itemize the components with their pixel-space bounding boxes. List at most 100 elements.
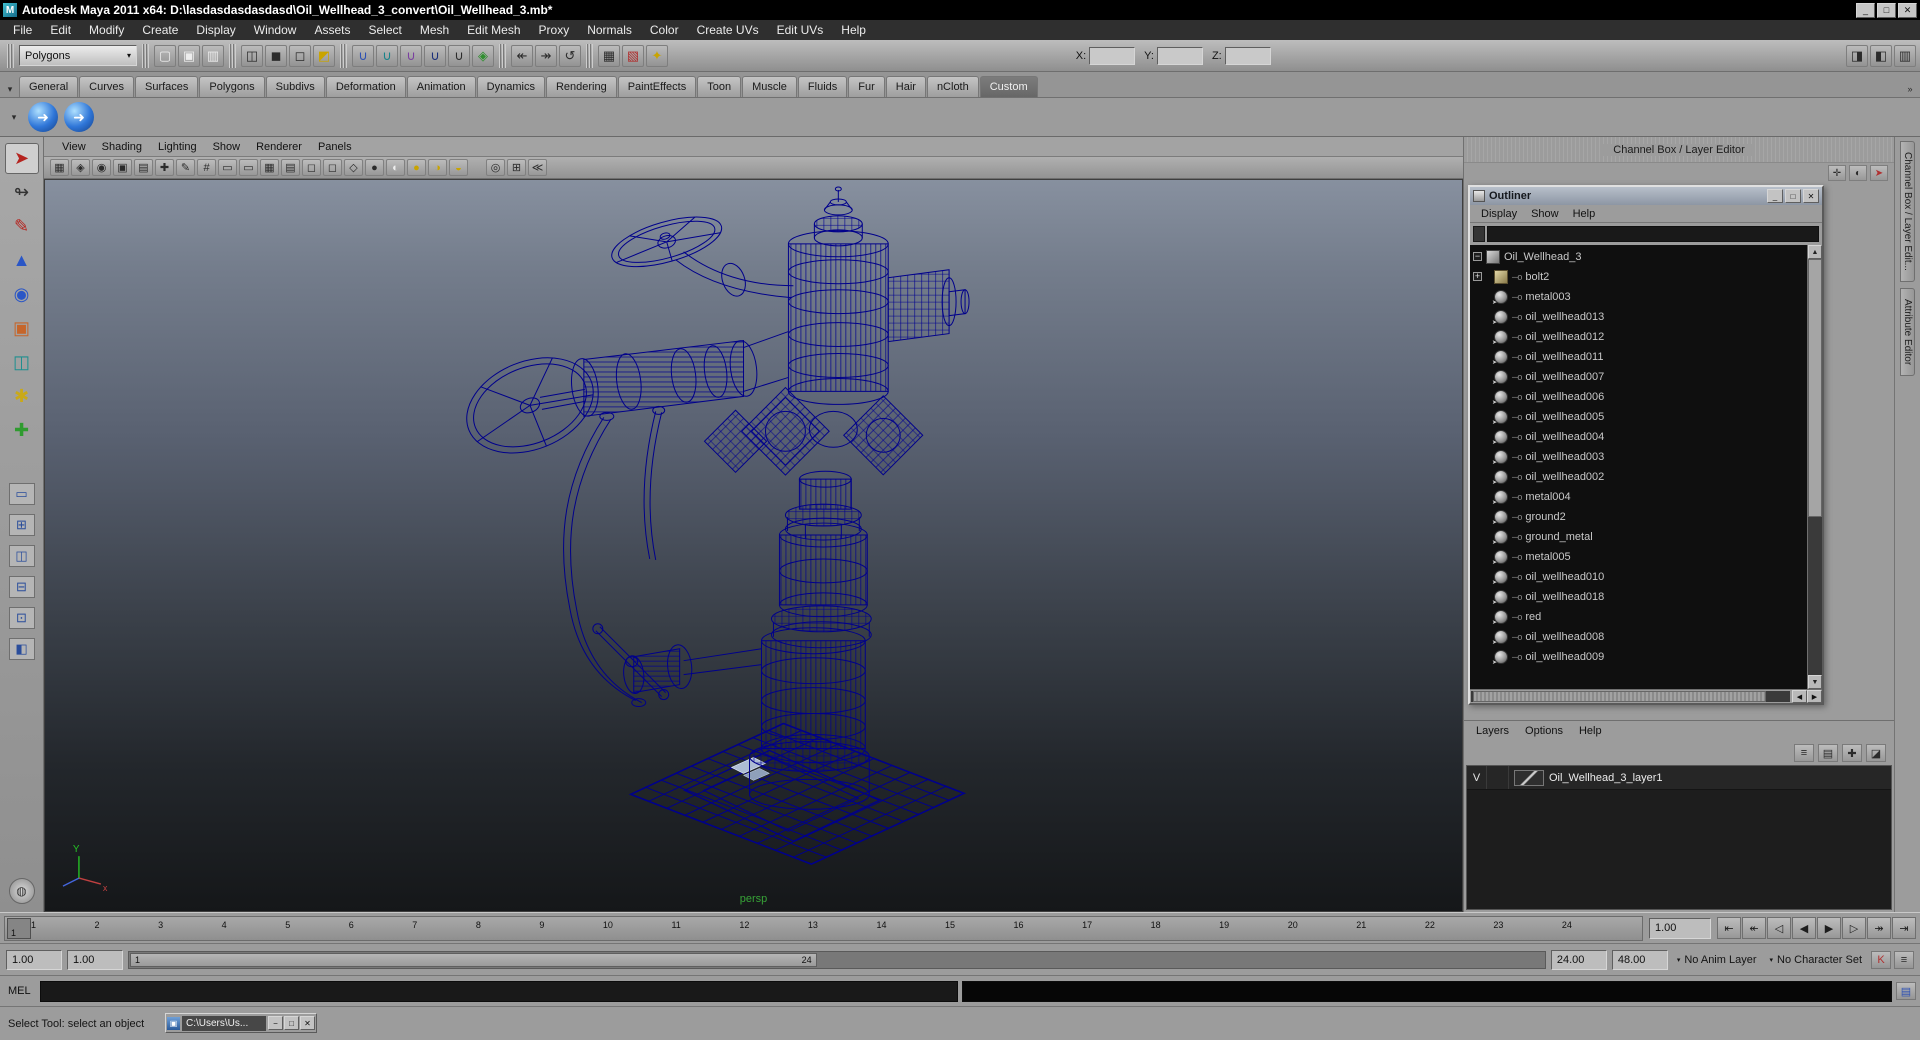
field-chart-icon[interactable]: ▤ — [281, 159, 300, 176]
panel-menu-view[interactable]: View — [54, 141, 94, 153]
maximize-button[interactable]: □ — [1877, 2, 1896, 18]
outliner-filter-icon[interactable] — [1473, 226, 1485, 242]
outliner-row[interactable]: oil_wellhead010 — [1470, 567, 1807, 587]
layout-outliner-persp-icon[interactable]: ◧ — [8, 638, 35, 660]
output-connections-icon[interactable]: ↠ — [535, 44, 557, 67]
range-slider[interactable]: 1 24 — [128, 950, 1546, 969]
play-backwards-button[interactable]: ◀ — [1792, 917, 1816, 939]
shelf-tab-fluids[interactable]: Fluids — [797, 76, 848, 97]
lasso-select-tool[interactable]: ↬ — [5, 177, 39, 208]
animation-end-field[interactable]: 48.00 — [1611, 949, 1668, 970]
select-by-component-icon[interactable]: ◻ — [289, 44, 311, 67]
script-editor-icon[interactable]: ▤ — [1896, 982, 1916, 1000]
menu-set-selector[interactable]: Polygons ▾ — [19, 45, 137, 66]
shelf-tab-rendering[interactable]: Rendering — [545, 76, 617, 97]
outliner-row[interactable]: oil_wellhead012 — [1470, 327, 1807, 347]
expand-toggle-icon[interactable] — [1473, 252, 1482, 261]
outliner-row[interactable]: bolt2 — [1470, 267, 1807, 287]
outliner-row[interactable]: oil_wellhead006 — [1470, 387, 1807, 407]
side-tab-channel-box[interactable]: Channel Box / Layer Edit... — [1900, 141, 1915, 282]
menu-edit[interactable]: Edit — [41, 20, 80, 40]
smooth-shade-icon[interactable]: ● — [365, 159, 384, 176]
playhead[interactable]: 1 — [7, 917, 31, 939]
step-forward-frame-button[interactable]: ▷ — [1842, 917, 1866, 939]
drag-handle[interactable] — [229, 43, 236, 68]
film-gate-icon[interactable]: ▭ — [218, 159, 237, 176]
outliner-search-input[interactable] — [1487, 226, 1819, 242]
menu-assets[interactable]: Assets — [305, 20, 359, 40]
menu-proxy[interactable]: Proxy — [530, 20, 579, 40]
shelf-tab-surfaces[interactable]: Surfaces — [134, 76, 199, 97]
shelf-tab-hair[interactable]: Hair — [885, 76, 926, 97]
outliner-close-button[interactable]: ✕ — [1803, 189, 1819, 203]
outliner-row[interactable]: oil_wellhead013 — [1470, 307, 1807, 327]
outliner-row[interactable]: oil_wellhead003 — [1470, 447, 1807, 467]
auto-keyframe-icon[interactable]: K — [1871, 950, 1891, 969]
toggle-channel-box-icon[interactable]: ▥ — [1894, 44, 1916, 67]
construction-history-icon[interactable]: ↺ — [559, 44, 581, 67]
ambient-occlusion-icon[interactable]: ◒ — [449, 159, 468, 176]
menu-window[interactable]: Window — [245, 20, 306, 40]
channelbox-speed-icon[interactable]: ◐ — [1849, 165, 1867, 181]
new-empty-layer-icon[interactable]: ✚ — [1842, 744, 1862, 762]
soft-modification-tool[interactable]: ✱ — [5, 381, 39, 412]
channelbox-manip-icon[interactable]: ✛ — [1828, 165, 1846, 181]
shelf-tab-general[interactable]: General — [19, 76, 79, 97]
grease-pencil-icon[interactable]: ✎ — [176, 159, 195, 176]
time-slider[interactable]: 1 2 3 4 5 6 7 8 9 10 11 12 13 14 15 16 17 18 19 20 21 22 23 24 … — [4, 915, 1643, 941]
grid-icon[interactable]: # — [197, 159, 216, 176]
outliner-vertical-scrollbar[interactable]: ▲ ▼ — [1807, 245, 1822, 689]
scroll-up-icon[interactable]: ▲ — [1808, 245, 1822, 259]
shelf-button-2[interactable]: ➜ — [64, 102, 94, 132]
menu-file[interactable]: File — [4, 20, 41, 40]
new-layer-from-selected-icon[interactable]: ◪ — [1866, 744, 1886, 762]
taskbar-close-button[interactable]: ✕ — [300, 1016, 315, 1030]
snap-to-view-plane-icon[interactable]: ∪ — [448, 44, 470, 67]
playback-end-field[interactable]: 24.00 — [1550, 949, 1607, 970]
side-tab-attribute-editor[interactable]: Attribute Editor — [1900, 287, 1915, 377]
shelf-tab-dynamics[interactable]: Dynamics — [476, 76, 545, 97]
scale-tool[interactable]: ▣ — [5, 313, 39, 344]
shelf-tab-animation[interactable]: Animation — [406, 76, 476, 97]
menu-create[interactable]: Create — [133, 20, 187, 40]
menu-mesh[interactable]: Mesh — [411, 20, 458, 40]
drag-handle[interactable] — [499, 43, 506, 68]
shelf-tab-curves[interactable]: Curves — [79, 76, 134, 97]
rotate-tool[interactable]: ◉ — [5, 279, 39, 310]
outliner-titlebar[interactable]: Outliner _ □ ✕ — [1470, 187, 1822, 205]
paint-selection-tool[interactable]: ✎ — [5, 211, 39, 242]
toggle-attribute-editor-icon[interactable]: ◨ — [1846, 44, 1868, 67]
xray-icon[interactable]: ≪ — [528, 159, 547, 176]
snap-to-point-icon[interactable]: ∪ — [400, 44, 422, 67]
layer-color-swatch[interactable] — [1514, 769, 1544, 786]
shelf-tab-painteffects[interactable]: PaintEffects — [617, 76, 697, 97]
lock-camera-icon[interactable]: ◈ — [71, 159, 90, 176]
render-current-frame-icon[interactable]: ▦ — [598, 44, 620, 67]
panel-menu-renderer[interactable]: Renderer — [248, 141, 310, 153]
drag-handle[interactable] — [7, 43, 14, 68]
outliner-row[interactable]: oil_wellhead009 — [1470, 647, 1807, 667]
outliner-row[interactable]: oil_wellhead008 — [1470, 627, 1807, 647]
panel-menu-panels[interactable]: Panels — [310, 141, 360, 153]
camera-select-icon[interactable]: ▦ — [50, 159, 69, 176]
layer-playback-toggle[interactable] — [1487, 766, 1509, 789]
shelf-menu-icon[interactable]: ▾ — [6, 109, 22, 125]
shelf-tab-toon[interactable]: Toon — [697, 76, 742, 97]
use-all-lights-icon[interactable]: ● — [407, 159, 426, 176]
playback-range-handle[interactable]: 1 24 — [130, 952, 817, 967]
layers-menu-layers[interactable]: Layers — [1468, 725, 1517, 737]
outliner-menu-help[interactable]: Help — [1566, 208, 1603, 220]
highlight-selection-icon[interactable]: ◩ — [313, 44, 335, 67]
anim-layer-selector[interactable]: ▾ No Anim Layer — [1673, 954, 1761, 966]
outliner-row[interactable]: red — [1470, 607, 1807, 627]
scrollbar-thumb[interactable] — [1808, 259, 1822, 517]
layout-three-pane-icon[interactable]: ⊡ — [8, 607, 35, 629]
outliner-minimize-button[interactable]: _ — [1767, 189, 1783, 203]
layout-single-pane-icon[interactable]: ▭ — [8, 483, 35, 505]
outliner-row[interactable]: oil_wellhead018 — [1470, 587, 1807, 607]
resolution-gate-icon[interactable]: ▭ — [239, 159, 258, 176]
outliner-row[interactable]: oil_wellhead002 — [1470, 467, 1807, 487]
image-plane-icon[interactable]: ▤ — [134, 159, 153, 176]
shelf-tabs-menu-icon[interactable]: ▾ — [2, 81, 18, 97]
save-scene-icon[interactable]: ▥ — [202, 44, 224, 67]
